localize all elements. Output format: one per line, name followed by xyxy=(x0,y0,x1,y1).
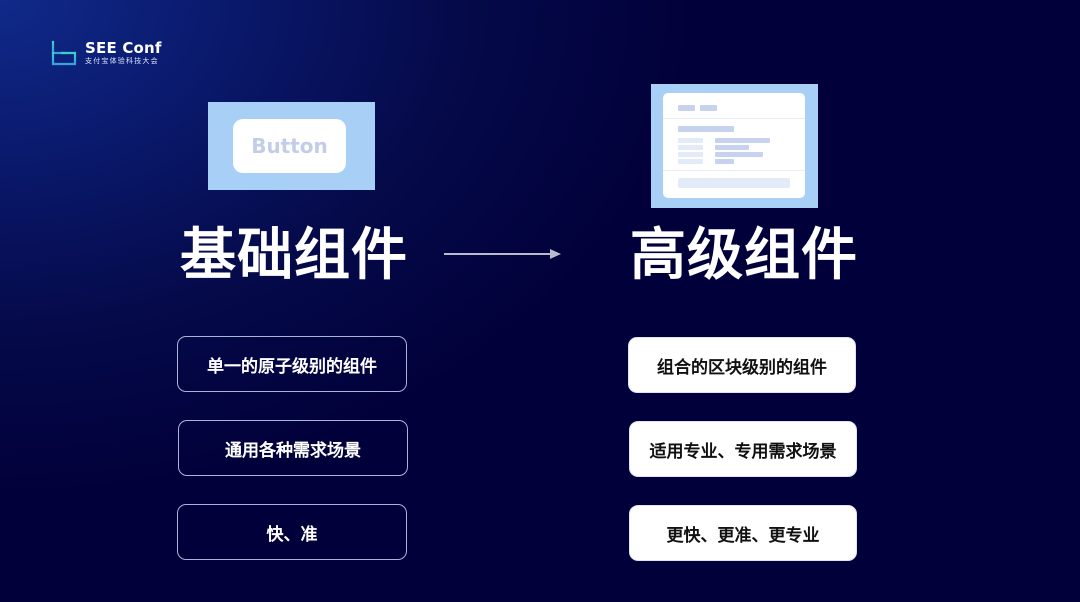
arrow-right-icon xyxy=(444,249,561,259)
advanced-feature-item: 更快、更准、更专业 xyxy=(629,505,857,561)
advanced-components-heading: 高级组件 xyxy=(630,223,858,288)
divider xyxy=(663,170,805,171)
sample-form-card xyxy=(663,93,805,198)
placeholder-bar xyxy=(678,126,734,132)
advanced-feature-item: 适用专业、专用需求场景 xyxy=(629,421,857,477)
placeholder-bar xyxy=(678,105,695,111)
placeholder-bar xyxy=(715,159,734,164)
advanced-feature-item: 组合的区块级别的组件 xyxy=(628,337,856,393)
placeholder-bar xyxy=(678,159,703,164)
basic-components-heading: 基础组件 xyxy=(180,223,408,288)
advanced-component-illustration xyxy=(651,84,818,208)
logo-title: SEE Conf xyxy=(85,39,162,57)
basic-feature-item: 单一的原子级别的组件 xyxy=(177,336,407,392)
placeholder-bar xyxy=(700,105,717,111)
placeholder-bar xyxy=(715,138,770,143)
basic-feature-item: 快、准 xyxy=(177,504,407,560)
divider xyxy=(663,118,805,119)
placeholder-bar xyxy=(678,152,703,157)
logo-subtitle: 支付宝体验科技大会 xyxy=(85,57,159,65)
placeholder-bar xyxy=(715,152,763,157)
placeholder-bar xyxy=(678,138,703,143)
see-conf-logo-icon xyxy=(51,40,77,66)
sample-button: Button xyxy=(233,119,346,173)
placeholder-bar xyxy=(678,145,703,150)
placeholder-button-bar xyxy=(678,178,790,188)
basic-feature-item: 通用各种需求场景 xyxy=(178,420,408,476)
placeholder-bar xyxy=(715,145,749,150)
basic-component-illustration: Button xyxy=(208,102,375,190)
see-conf-logo: SEE Conf 支付宝体验科技大会 xyxy=(51,40,162,66)
